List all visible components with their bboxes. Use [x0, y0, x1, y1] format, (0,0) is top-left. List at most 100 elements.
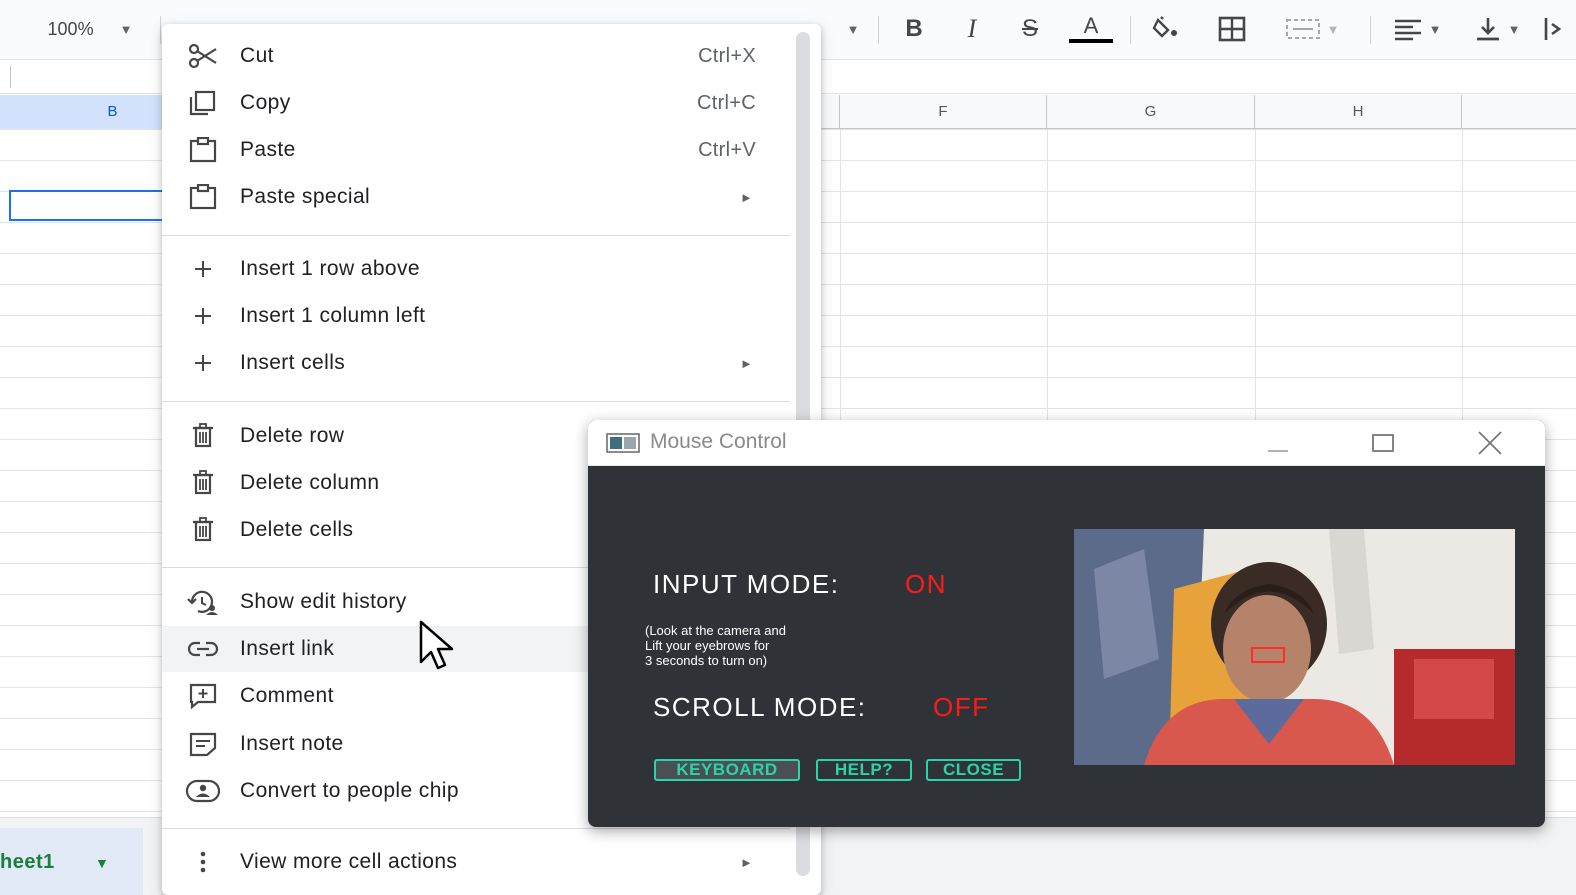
clipboard-icon	[184, 135, 222, 165]
toolbar-divider	[878, 16, 879, 44]
input-mode-label: INPUT MODE:	[653, 569, 840, 599]
menu-item-label: Insert link	[240, 637, 335, 660]
text-wrap-button[interactable]	[1540, 12, 1570, 46]
menu-item-label: Comment	[240, 684, 334, 707]
menu-item-label: Paste special	[240, 185, 371, 208]
chevron-down-icon: ▼	[1326, 21, 1340, 37]
clipboard-icon	[184, 182, 222, 212]
trash-icon	[184, 515, 222, 545]
scissors-icon	[184, 41, 222, 71]
font-size-dropdown[interactable]: ▼	[830, 12, 870, 46]
menu-item-shortcut: Ctrl+C	[696, 91, 756, 114]
menu-item-paste[interactable]: Paste Ctrl+V	[162, 127, 796, 173]
menu-item-label: Paste	[240, 138, 296, 161]
submenu-arrow-icon: ►	[740, 189, 753, 205]
bold-button[interactable]: B	[894, 12, 934, 46]
menu-item-label: Delete row	[240, 424, 345, 447]
column-header-i[interactable]	[1462, 95, 1576, 129]
menu-item-label: Delete column	[240, 471, 380, 494]
menu-item-copy[interactable]: Copy Ctrl+C	[162, 80, 796, 126]
plus-icon	[184, 301, 222, 331]
chevron-down-icon[interactable]: ▼	[95, 855, 109, 871]
menu-item-label: Insert 1 column left	[240, 304, 426, 327]
sheet-tab[interactable]: heet1 ▼	[0, 828, 143, 895]
borders-button[interactable]	[1212, 12, 1252, 46]
merge-cells-button[interactable]: ▼	[1272, 12, 1352, 46]
merge-cells-icon	[1285, 19, 1320, 39]
people-chip-icon	[184, 776, 222, 806]
menu-item-paste-special[interactable]: Paste special ►	[162, 174, 796, 220]
column-header-h[interactable]: H	[1255, 95, 1462, 129]
menu-item-label: Delete cells	[240, 518, 354, 541]
plus-icon	[184, 348, 222, 378]
text-color-swatch	[1069, 39, 1113, 43]
align-bottom-icon	[1476, 18, 1499, 41]
copy-icon	[184, 88, 222, 118]
note-icon	[184, 729, 222, 759]
italic-button[interactable]: I	[952, 12, 992, 46]
menu-item-label: Convert to people chip	[240, 779, 459, 802]
toolbar-divider	[1130, 16, 1131, 44]
close-button[interactable]: CLOSE	[926, 759, 1021, 781]
trash-icon	[184, 421, 222, 451]
horizontal-align-button[interactable]: ▼	[1384, 12, 1450, 46]
maximize-icon	[1372, 434, 1394, 452]
chevron-down-icon: ▼	[1428, 21, 1442, 37]
menu-item-label: View more cell actions	[240, 850, 458, 873]
plus-icon	[184, 254, 222, 284]
borders-icon	[1218, 16, 1246, 42]
comment-icon	[184, 681, 222, 711]
help-button[interactable]: HELP?	[816, 759, 912, 781]
menu-divider	[162, 401, 790, 402]
sheet-tab-label: heet1	[0, 851, 55, 873]
menu-item-label: Cut	[240, 44, 274, 67]
text-color-letter: A	[1083, 13, 1099, 38]
input-mode-hint: (Look at the camera and Lift your eyebro…	[645, 623, 786, 668]
keyboard-button[interactable]: KEYBOARD	[654, 759, 800, 781]
menu-item-insert-row-above[interactable]: Insert 1 row above	[162, 246, 796, 292]
trash-icon	[184, 468, 222, 498]
window-titlebar[interactable]: Mouse Control	[588, 420, 1545, 466]
minimize-button[interactable]	[1248, 426, 1308, 460]
webcam-feed	[1074, 529, 1515, 765]
strikethrough-button[interactable]: S	[1010, 12, 1050, 46]
column-header-g[interactable]: G	[1047, 95, 1255, 129]
menu-divider	[162, 828, 790, 829]
scroll-mode-status: OFF	[933, 692, 990, 722]
window-close-button[interactable]	[1460, 426, 1520, 460]
history-icon	[184, 587, 222, 617]
vertical-align-button[interactable]: ▼	[1464, 12, 1530, 46]
menu-item-insert-column-left[interactable]: Insert 1 column left	[162, 293, 796, 339]
menu-item-label: Show edit history	[240, 590, 407, 613]
menu-item-label: Copy	[240, 91, 291, 114]
menu-item-shortcut: Ctrl+X	[698, 44, 756, 67]
more-vert-icon	[184, 847, 222, 877]
align-left-icon	[1394, 19, 1421, 41]
link-icon	[184, 634, 222, 664]
column-header-f[interactable]: F	[840, 95, 1047, 129]
window-title: Mouse Control	[650, 430, 787, 453]
maximize-button[interactable]	[1353, 426, 1413, 460]
menu-divider	[162, 235, 790, 236]
chevron-down-icon: ▼	[846, 21, 860, 37]
chevron-down-icon: ▼	[1507, 21, 1521, 37]
menu-item-label: Insert 1 row above	[240, 257, 420, 280]
zoom-select[interactable]: 100% ▼	[30, 12, 150, 46]
menu-item-insert-cells[interactable]: Insert cells ►	[162, 340, 796, 386]
text-wrap-icon	[1544, 18, 1562, 40]
minimize-icon	[1268, 450, 1288, 452]
chevron-down-icon: ▼	[119, 21, 133, 37]
menu-item-cut[interactable]: Cut Ctrl+X	[162, 33, 796, 79]
formula-cursor	[10, 66, 11, 88]
menu-item-label: Insert note	[240, 732, 344, 755]
toolbar-divider	[160, 16, 161, 44]
mouse-control-window: Mouse Control INPUT MODE: ON (Look at th…	[588, 420, 1545, 827]
text-color-button[interactable]: A	[1066, 12, 1116, 46]
mouse-pointer-icon	[419, 620, 454, 670]
input-mode-status: ON	[905, 569, 947, 599]
submenu-arrow-icon: ►	[740, 355, 753, 371]
fill-color-button[interactable]	[1146, 12, 1186, 46]
menu-item-view-more-cell-actions[interactable]: View more cell actions ►	[162, 839, 796, 885]
toolbar-divider	[1370, 16, 1371, 44]
paint-bucket-icon	[1152, 16, 1177, 38]
